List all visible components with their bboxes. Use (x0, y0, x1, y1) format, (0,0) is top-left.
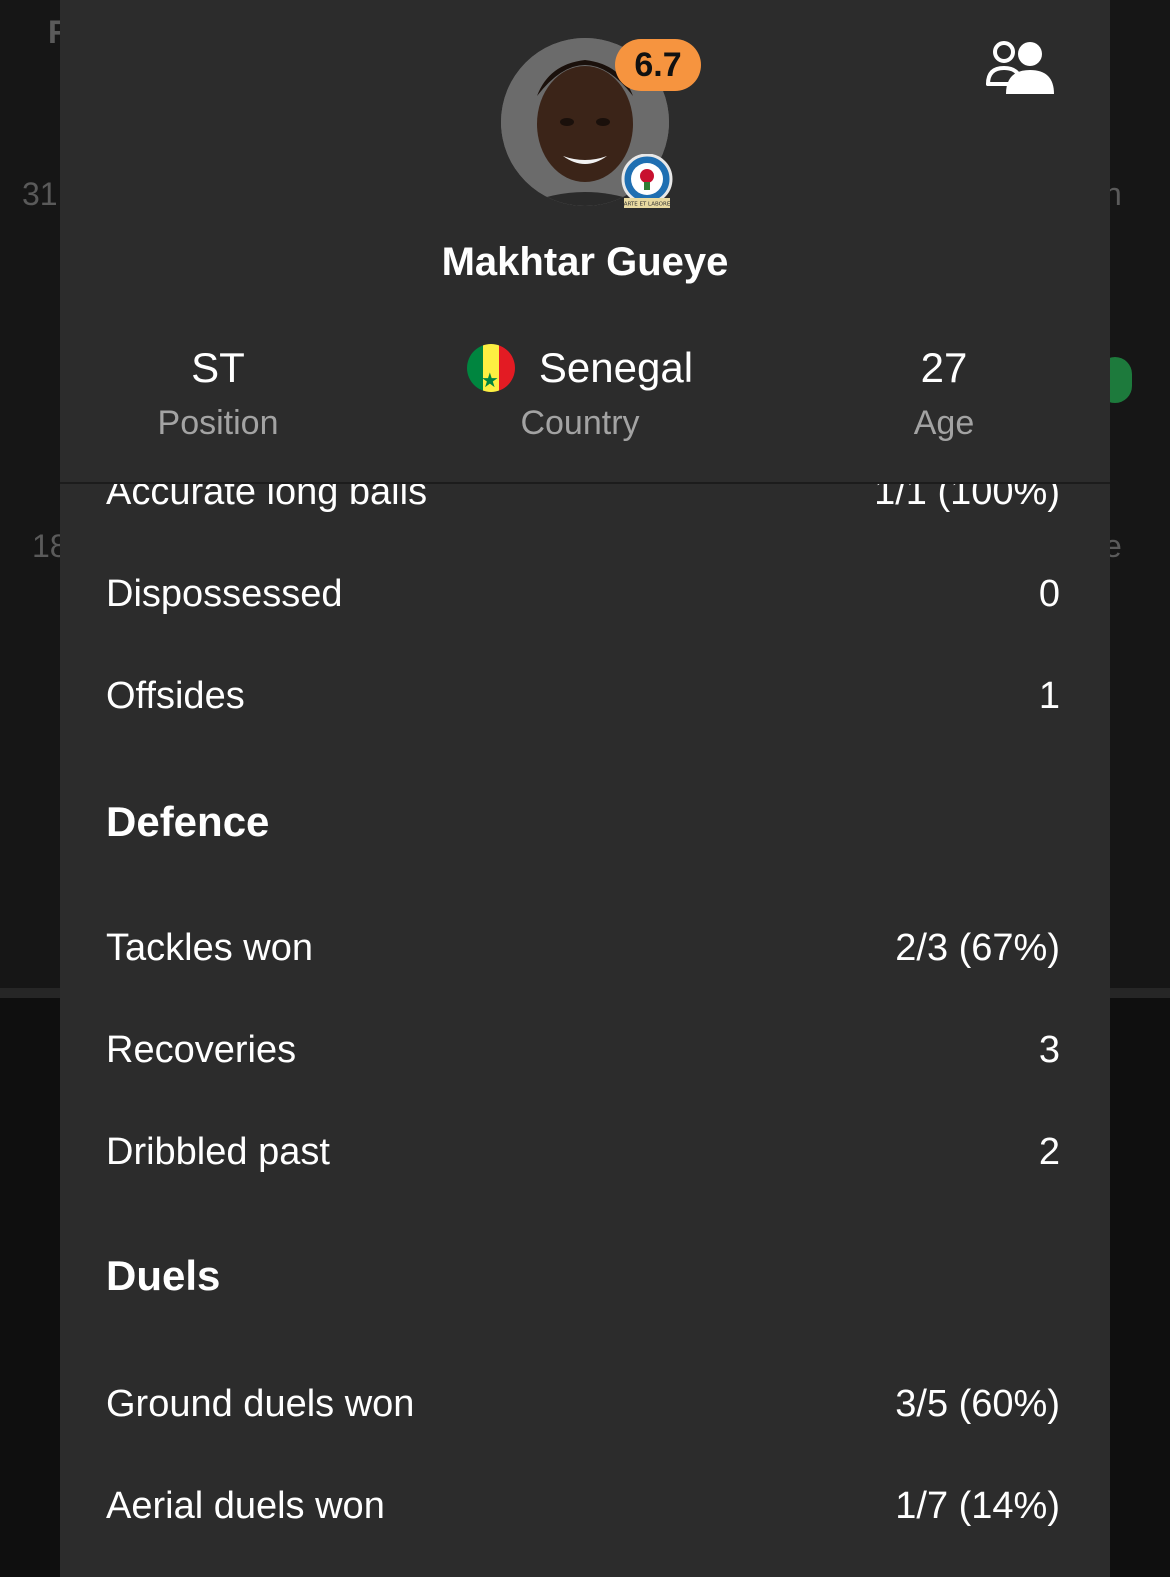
section-title-duels: Duels (106, 1252, 221, 1299)
stat-value: 2/3 (67%) (895, 926, 1060, 969)
stat-row-tackles-won: Tackles won 2/3 (67%) (106, 918, 1060, 978)
stat-row-aerial-duels-won: Aerial duels won 1/7 (14%) (106, 1476, 1060, 1536)
stat-value: 3/5 (60%) (895, 1382, 1060, 1425)
position-label: Position (157, 404, 279, 442)
stat-value: 1 (1038, 674, 1060, 717)
player-name: Makhtar Gueye (441, 240, 729, 284)
player-header: 6.7 ARTE ET LABORE Makhtar Gueye ST Posi… (60, 0, 1110, 484)
player-stats-sheet[interactable]: Accurate long balls 1/1 (100%) Disposses… (60, 0, 1110, 1577)
position-value: ST (191, 344, 245, 391)
senegal-flag-icon: ★ (466, 344, 515, 392)
background-time: 31 (22, 176, 58, 212)
info-country: ★ Senegal Country (430, 342, 730, 443)
country-name: Senegal (538, 344, 694, 391)
stat-value: 1/7 (14%) (895, 1484, 1060, 1527)
stat-label: Tackles won (106, 926, 313, 969)
country-label: Country (520, 404, 640, 442)
club-crest-motto: ARTE ET LABORE (624, 202, 671, 208)
stat-row-dribbled-past: Dribbled past 2 (106, 1122, 1060, 1182)
stat-value: 3 (1038, 1028, 1060, 1071)
stat-row-dispossessed: Dispossessed 0 (106, 564, 1060, 624)
country-value: ★ Senegal (430, 342, 730, 394)
stat-value: 2 (1038, 1130, 1060, 1173)
stat-label: Dribbled past (106, 1130, 330, 1173)
stat-label: Dispossessed (106, 572, 343, 615)
rating-badge: 6.7 (615, 39, 701, 91)
stat-value: 0 (1038, 572, 1060, 615)
age-label: Age (913, 404, 975, 442)
stat-label: Ground duels won (106, 1382, 415, 1425)
stat-row-offsides: Offsides 1 (106, 666, 1060, 726)
stat-label: Recoveries (106, 1028, 297, 1071)
club-crest-icon: ARTE ET LABORE (621, 154, 673, 208)
info-age: 27 Age (846, 342, 1042, 443)
stat-row-recoveries: Recoveries 3 (106, 1020, 1060, 1080)
age-value: 27 (920, 344, 968, 391)
section-title-defence: Defence (106, 798, 270, 845)
stat-label: Aerial duels won (106, 1484, 385, 1527)
stat-row-ground-duels-won: Ground duels won 3/5 (60%) (106, 1374, 1060, 1434)
people-icon[interactable] (984, 38, 1060, 98)
stat-label: Offsides (106, 674, 245, 717)
info-position: ST Position (120, 342, 316, 443)
